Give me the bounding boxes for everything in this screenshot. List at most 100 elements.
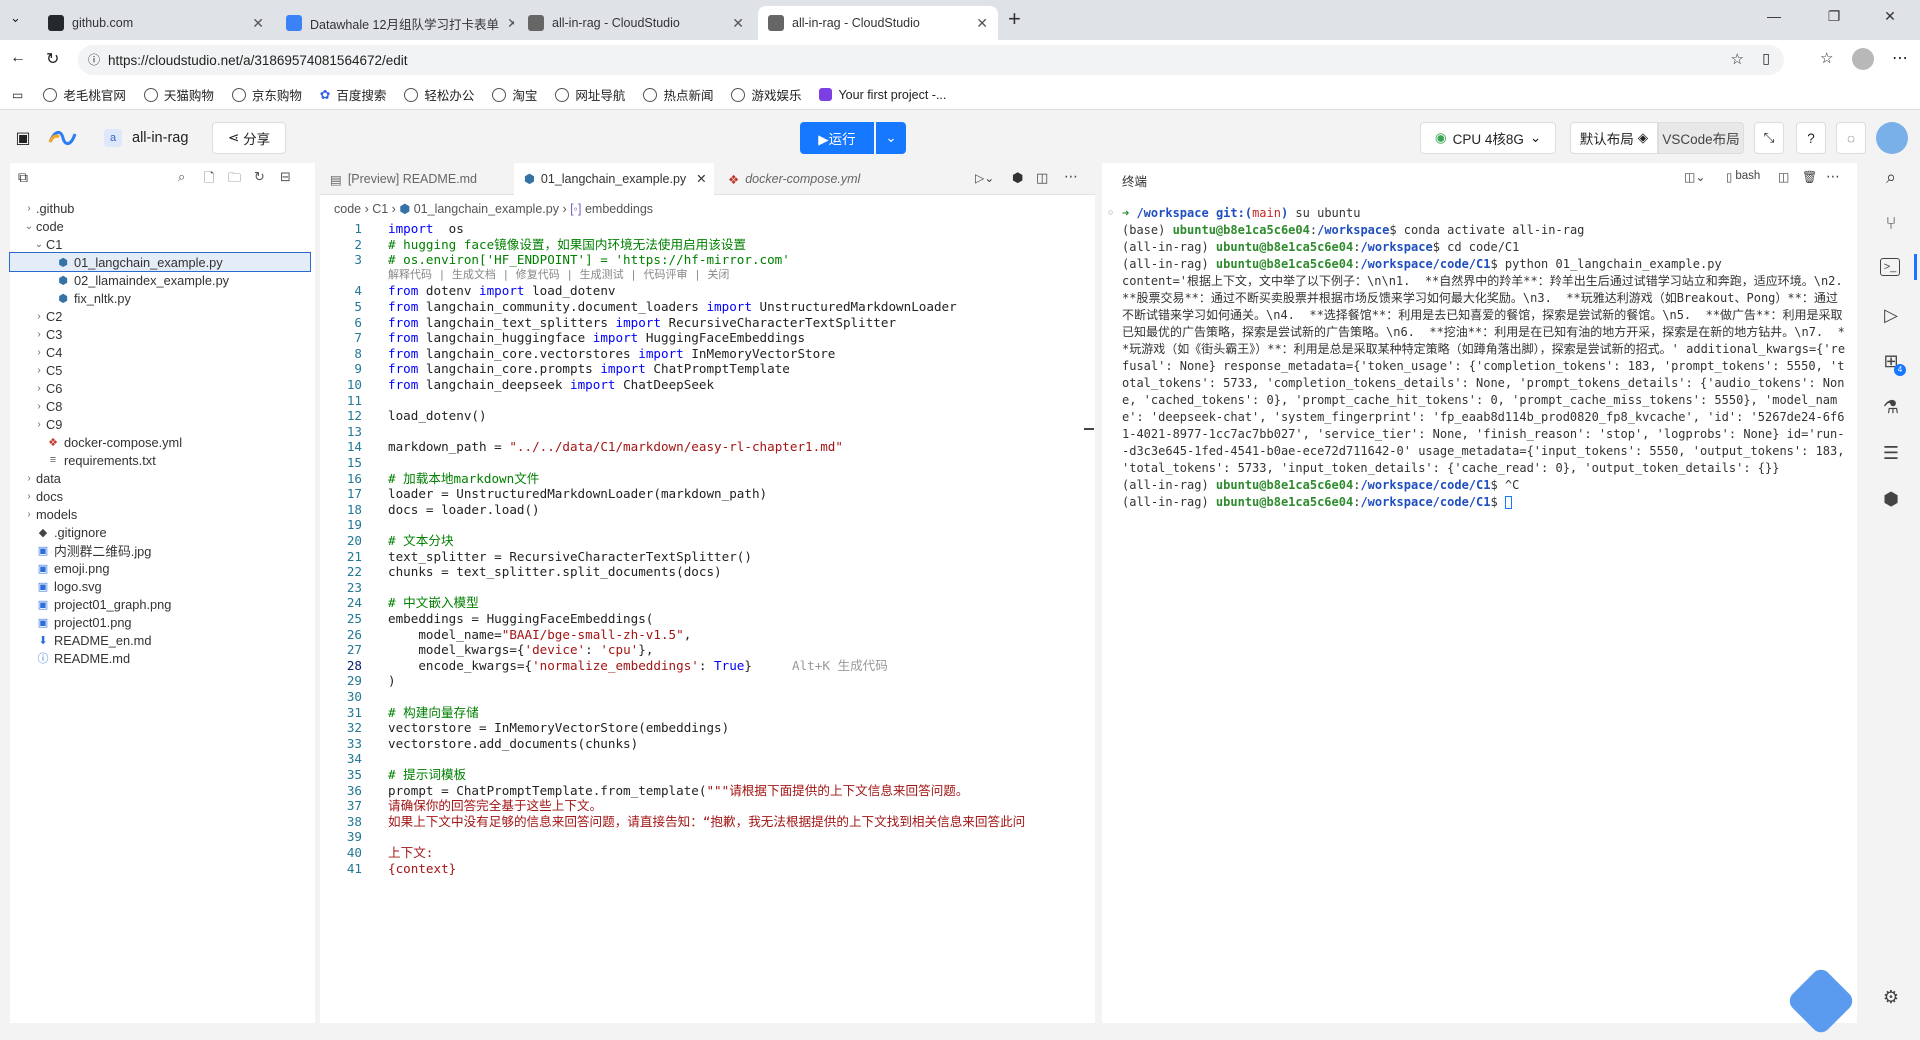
new-file-icon[interactable]: 🗋 — [204, 169, 214, 191]
explorer-item[interactable]: › C9 — [10, 415, 310, 433]
terminal-layout-icon[interactable]: ◫⌄ — [1684, 170, 1705, 184]
close-window-icon[interactable]: ✕ — [1870, 8, 1910, 25]
explorer-item[interactable]: › C2 — [10, 307, 310, 325]
breadcrumb-item[interactable]: 01_langchain_example.py — [414, 202, 559, 216]
favorites-icon[interactable]: ☆ — [1820, 49, 1833, 67]
browser-tab[interactable]: all-in-rag - CloudStudio ✕ — [758, 6, 998, 40]
split-editor-icon[interactable]: ◫ — [1036, 170, 1048, 186]
minimize-icon[interactable]: — — [1754, 8, 1794, 24]
explorer-item[interactable]: › C8 — [10, 397, 310, 415]
close-tab-icon[interactable]: ✕ — [976, 15, 988, 32]
close-tab-icon[interactable]: ✕ — [507, 15, 514, 32]
explorer-item[interactable]: › data — [10, 469, 310, 487]
close-tab-icon[interactable]: ✕ — [696, 171, 706, 186]
close-tab-icon[interactable]: ✕ — [732, 15, 744, 32]
run-button[interactable]: ▶运行 — [800, 122, 874, 154]
collections-icon[interactable]: ▭ — [12, 88, 23, 102]
new-folder-icon[interactable]: 🗀 — [228, 169, 241, 191]
explorer-item[interactable]: › C3 — [10, 325, 310, 343]
explorer-item[interactable]: › C6 — [10, 379, 310, 397]
trash-icon[interactable]: 🗑 — [1802, 170, 1817, 184]
profile-avatar[interactable] — [1852, 48, 1874, 70]
bookmark-item[interactable]: ✿ 百度搜索 — [320, 85, 387, 104]
breadcrumb-item[interactable]: embeddings — [585, 202, 653, 216]
explorer-item[interactable]: ⓘ README.md — [10, 649, 310, 667]
search-icon[interactable]: ⌕ — [178, 169, 185, 185]
explorer-item[interactable]: ▣ project01.png — [10, 613, 310, 631]
refresh-icon[interactable]: ↻ — [254, 169, 265, 185]
explorer-item[interactable]: ⬢ 02_llamaindex_example.py — [10, 271, 310, 289]
share-button[interactable]: ⋖ 分享 — [212, 122, 286, 154]
terminal-shell-tab[interactable]: ▯ bash — [1726, 170, 1760, 184]
bookmark-item[interactable]: Your first project -... — [819, 85, 946, 104]
editor-more-icon[interactable]: ⋯ — [1064, 168, 1078, 185]
explorer-item[interactable]: ◆ .gitignore — [10, 523, 310, 541]
collapse-all-icon[interactable]: ⊟ — [280, 169, 291, 185]
split-terminal-icon[interactable]: ◫ — [1778, 170, 1789, 184]
bookmark-item[interactable]: 网址导航 — [555, 85, 625, 104]
explorer-item[interactable]: ❖ docker-compose.yml — [10, 433, 310, 451]
database-icon[interactable]: ☰ — [1880, 442, 1902, 464]
url-field[interactable]: ⓘ https://cloudstudio.net/a/318695740815… — [78, 45, 1784, 75]
user-avatar[interactable] — [1876, 122, 1908, 154]
code-lens-actions[interactable]: 解释代码 | 生成文档 | 修复代码 | 生成测试 | 代码评审 | 关闭 — [388, 268, 729, 282]
run-options-chevron-icon[interactable]: ⌄ — [876, 122, 906, 154]
explorer-item[interactable]: ▣ project01_graph.png — [10, 595, 310, 613]
close-tab-icon[interactable]: ✕ — [252, 15, 264, 32]
settings-gear-icon[interactable]: ⚙ — [1880, 986, 1902, 1008]
explorer-item[interactable]: ▣ logo.svg — [10, 577, 310, 595]
explorer-item[interactable]: › .github — [10, 199, 310, 217]
explorer-item[interactable]: › docs — [10, 487, 310, 505]
explorer-item[interactable]: ⌄ code — [10, 217, 310, 235]
reading-view-icon[interactable]: ▯ — [1762, 50, 1770, 67]
maximize-icon[interactable]: ❐ — [1814, 8, 1854, 25]
explorer-item[interactable]: ⬢ 01_langchain_example.py — [9, 252, 311, 272]
explorer-item[interactable]: › models — [10, 505, 310, 523]
bookmark-item[interactable]: 热点新闻 — [643, 85, 713, 104]
terminal-output[interactable]: ➜ /workspace git:(main) su ubuntu (base) … — [1122, 205, 1847, 511]
run-file-icon[interactable]: ▷⌄ — [975, 171, 994, 185]
help-icon[interactable]: ? — [1796, 122, 1826, 154]
browser-tab[interactable]: github.com ✕ — [38, 6, 274, 40]
bookmark-item[interactable]: 游戏娱乐 — [731, 85, 801, 104]
tab-docker-compose[interactable]: ❖ docker-compose.yml — [718, 163, 878, 195]
terminal-icon[interactable]: >_ — [1880, 258, 1900, 276]
bookmark-item[interactable]: 老毛桃官网 — [43, 85, 126, 104]
explorer-item[interactable]: ⌄ C1 — [10, 235, 310, 253]
reload-icon[interactable]: ↻ — [46, 49, 59, 69]
explorer-item[interactable]: ⬇ README_en.md — [10, 631, 310, 649]
back-icon[interactable]: ← — [10, 49, 26, 67]
bookmark-item[interactable]: 轻松办公 — [404, 85, 474, 104]
search-icon[interactable]: ⌕ — [1880, 166, 1902, 188]
new-tab-icon[interactable]: + — [1008, 6, 1021, 32]
source-control-icon[interactable]: ⑂ — [1880, 212, 1902, 234]
breadcrumb-item[interactable]: code — [334, 202, 361, 216]
explorer-files-icon[interactable]: ⧉ — [18, 169, 28, 186]
explorer-item[interactable]: › C4 — [10, 343, 310, 361]
site-info-icon[interactable]: ⓘ — [88, 51, 100, 68]
browser-tab[interactable]: all-in-rag - CloudStudio ✕ — [518, 6, 754, 40]
explorer-item[interactable]: ▣ emoji.png — [10, 559, 310, 577]
breadcrumb-item[interactable]: C1 — [372, 202, 388, 216]
testing-icon[interactable]: ⚗ — [1880, 396, 1902, 418]
bookmark-item[interactable]: 淘宝 — [492, 85, 537, 104]
run-debug-icon[interactable]: ▷ — [1880, 304, 1902, 326]
vscode-layout-button[interactable]: VSCode布局 — [1658, 122, 1744, 154]
bookmark-item[interactable]: 京东购物 — [231, 85, 302, 104]
collapse-icon[interactable]: ⤡ — [1754, 122, 1784, 154]
debug-icon[interactable]: ⬢ — [1012, 170, 1023, 186]
bookmark-item[interactable]: 天猫购物 — [143, 85, 214, 104]
explorer-item[interactable]: ▣ 内测群二维码.jpg — [10, 541, 310, 559]
tab-readme-preview[interactable]: ▤ [Preview] README.md — [320, 163, 512, 195]
tab-langchain-example[interactable]: ⬢ 01_langchain_example.py ✕ — [514, 163, 714, 195]
tab-list-icon[interactable]: ⌄ — [10, 10, 21, 26]
favorite-star-icon[interactable]: ☆ — [1731, 50, 1744, 68]
explorer-item[interactable]: › C5 — [10, 361, 310, 379]
more-icon[interactable]: ⋯ — [1892, 48, 1908, 68]
sidebar-toggle-icon[interactable]: ▣ — [12, 122, 34, 154]
explorer-item[interactable]: ≡ requirements.txt — [10, 451, 310, 469]
browser-tab[interactable]: Datawhale 12月组队学习打卡表单 ✕ — [276, 6, 514, 40]
ai-assistant-icon[interactable]: ⬢ — [1880, 488, 1902, 510]
explorer-item[interactable]: ⬢ fix_nltk.py — [10, 289, 310, 307]
workspace-name[interactable]: all-in-rag — [132, 122, 188, 154]
